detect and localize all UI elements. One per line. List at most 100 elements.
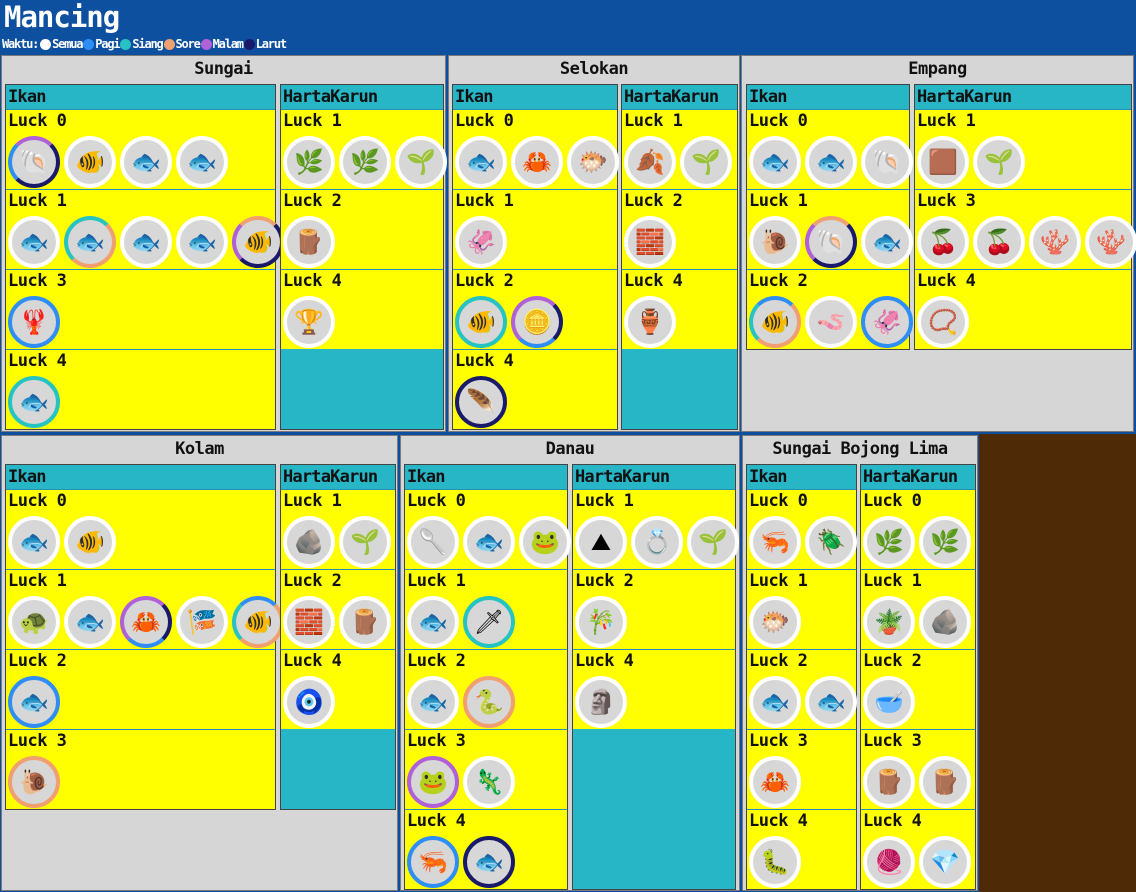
snail-shell-icon[interactable]: 🐚 [8, 136, 60, 188]
green-plant-icon[interactable]: 🪴 [863, 596, 915, 648]
red-berry-icon[interactable]: 🍒 [917, 216, 969, 268]
rock-icon[interactable]: 🪨 [919, 596, 971, 648]
beetle-icon[interactable]: 🪲 [805, 516, 857, 568]
puffer-fish-icon[interactable]: 🐡 [749, 596, 801, 648]
red-coral-icon[interactable]: 🪸 [1085, 216, 1136, 268]
betta-fish-icon[interactable]: 🐠 [64, 516, 116, 568]
amulet-icon[interactable]: 🧿 [283, 676, 335, 728]
luck-label: Luck 2 [455, 271, 514, 291]
minnow-icon[interactable]: 🐟 [463, 516, 515, 568]
lizard-icon[interactable]: 🦎 [463, 756, 515, 808]
moss-clump-icon[interactable]: 🌱 [395, 136, 447, 188]
ring-icon[interactable]: 💍 [631, 516, 683, 568]
item-list: 🐚 🐠 🐟 🐟 [8, 136, 228, 188]
shrimp-icon[interactable]: 🦐 [749, 516, 801, 568]
rainbow-fish-icon[interactable]: 🐠 [232, 596, 284, 648]
luck-label: Luck 4 [624, 271, 683, 291]
item-list: 🧿 [283, 676, 335, 728]
stone-brick-icon[interactable]: 🧱 [624, 216, 676, 268]
stone-brick-icon[interactable]: 🧱 [283, 596, 335, 648]
lake-eel-icon[interactable]: 🐍 [463, 676, 515, 728]
red-white-fish-icon[interactable]: 🐠 [455, 296, 507, 348]
worm-icon[interactable]: 🪱 [805, 296, 857, 348]
rock-icon[interactable]: 🪨 [283, 516, 335, 568]
wood-plank-icon[interactable]: 🪵 [863, 756, 915, 808]
carp-icon[interactable]: 🐟 [120, 136, 172, 188]
goblet-icon[interactable]: 🏆 [283, 296, 335, 348]
twig-icon[interactable]: 🌿 [339, 136, 391, 188]
moss-clump-icon[interactable]: 🌱 [680, 136, 732, 188]
turtle-icon[interactable]: 🐢 [8, 596, 60, 648]
pale-fish-icon[interactable]: 🐟 [8, 376, 60, 428]
bass-icon[interactable]: 🐟 [407, 596, 459, 648]
herb-sprig-icon[interactable]: 🌿 [283, 136, 335, 188]
yellow-fish-icon[interactable]: 🐠 [64, 136, 116, 188]
golden-idol-icon[interactable]: 🗿 [575, 676, 627, 728]
crab-icon[interactable]: 🦀 [511, 136, 563, 188]
red-lobster-icon[interactable]: 🦞 [8, 296, 60, 348]
white-fish-icon[interactable]: 🐟 [463, 836, 515, 888]
long-fish-icon[interactable]: 🐟 [64, 596, 116, 648]
moss-clump-icon[interactable]: 🌱 [973, 136, 1025, 188]
panel-title: Empang [908, 59, 967, 79]
twig-icon[interactable]: 🌿 [863, 516, 915, 568]
pearl-necklace-icon[interactable]: 📿 [917, 296, 969, 348]
sea-slug-icon[interactable]: 🐌 [8, 756, 60, 808]
dried-leaf-icon[interactable]: 🍂 [624, 136, 676, 188]
frog-icon[interactable]: 🐸 [519, 516, 571, 568]
dark-squid-icon[interactable]: 🦑 [861, 296, 913, 348]
rock-crab-icon[interactable]: 🦀 [749, 756, 801, 808]
clam-icon[interactable]: 🐚 [861, 136, 913, 188]
moss-clump-icon[interactable]: 🌱 [687, 516, 739, 568]
pink-fish-icon[interactable]: 🐟 [455, 136, 507, 188]
item-list: 🐟 🐠 [8, 516, 116, 568]
luck-row: Luck 2 🐟 🐟 [747, 649, 857, 729]
snail-icon[interactable]: 🐌 [749, 216, 801, 268]
luck-label: Luck 2 [863, 651, 922, 671]
tropical-fish-icon[interactable]: 🐠 [232, 216, 284, 268]
catfish-icon[interactable]: 🐟 [8, 216, 60, 268]
rug-icon[interactable]: 🧶 [863, 836, 915, 888]
catfish-icon[interactable]: 🐟 [749, 136, 801, 188]
brown-block-icon[interactable]: 🟫 [917, 136, 969, 188]
pale-fish-icon[interactable]: 🐟 [749, 676, 801, 728]
eel-fish-icon[interactable]: 🐟 [120, 216, 172, 268]
koi-icon[interactable]: 🎏 [176, 596, 228, 648]
herb-sprig-icon[interactable]: 🌿 [919, 516, 971, 568]
wood-bundle-icon[interactable]: 🪵 [919, 756, 971, 808]
red-coral-icon[interactable]: 🪸 [1029, 216, 1081, 268]
bamboo-icon[interactable]: 🎋 [575, 596, 627, 648]
fish-column: Ikan Luck 0 🐟 🐠 Luck 1 🐢 🐟 🦀 🎏 🐠 Luck 2 🐟 Luck 3 🐌 [5, 464, 284, 810]
grey-fish-icon[interactable]: 🐟 [8, 516, 60, 568]
flounder-icon[interactable]: 🐟 [407, 676, 459, 728]
white-box-fish-icon[interactable]: 🐡 [567, 136, 619, 188]
golden-disc-icon[interactable]: 🪙 [511, 296, 563, 348]
needle-fish-icon[interactable]: 🗡 [463, 596, 515, 648]
bowl-icon[interactable]: 🥣 [863, 676, 915, 728]
tadpole-icon[interactable]: 🥄 [407, 516, 459, 568]
trout-icon[interactable]: 🐟 [805, 676, 857, 728]
goldfish-icon[interactable]: 🐠 [749, 296, 801, 348]
vase-icon[interactable]: 🏺 [624, 296, 676, 348]
gem-pile-icon[interactable]: 💎 [919, 836, 971, 888]
moss-clump-icon[interactable]: 🌱 [339, 516, 391, 568]
luck-row: Luck 2 🐟 [6, 649, 275, 729]
orange-crab-icon[interactable]: 🦀 [120, 596, 172, 648]
leech-icon[interactable]: 🐛 [749, 836, 801, 888]
silver-fish-icon[interactable]: 🐟 [805, 136, 857, 188]
mudfish-icon[interactable]: 🐟 [176, 216, 228, 268]
feather-icon[interactable]: 🪶 [455, 376, 507, 428]
silver-fish-icon[interactable]: 🐟 [64, 216, 116, 268]
red-berry-icon[interactable]: 🍒 [973, 216, 1025, 268]
grey-squid-icon[interactable]: 🦑 [455, 216, 507, 268]
ghost-shrimp-icon[interactable]: 🦐 [407, 836, 459, 888]
item-list: 🧱 [624, 216, 676, 268]
toad-icon[interactable]: 🐸 [407, 756, 459, 808]
red-snapper-icon[interactable]: 🐟 [8, 676, 60, 728]
log-icon[interactable]: 🪵 [339, 596, 391, 648]
blue-fish-icon[interactable]: 🐟 [176, 136, 228, 188]
sand-pile-icon[interactable]: ⛰ [575, 516, 627, 568]
mussel-icon[interactable]: 🐚 [805, 216, 857, 268]
log-icon[interactable]: 🪵 [283, 216, 335, 268]
spotted-fish-icon[interactable]: 🐟 [861, 216, 913, 268]
